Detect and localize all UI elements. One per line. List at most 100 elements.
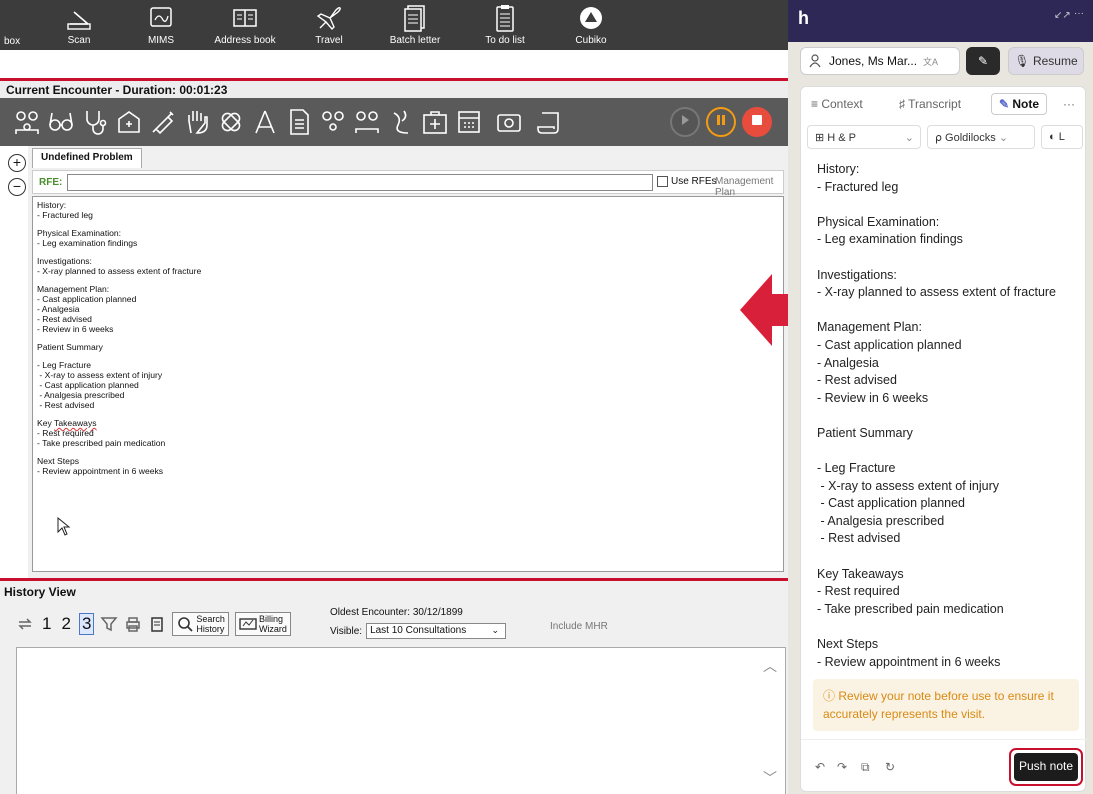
toolbar-partial-label[interactable]: box	[4, 36, 20, 47]
minimize-icon[interactable]: ↙↗	[1054, 10, 1071, 21]
note-line: - X-ray to assess extent of injury	[37, 370, 163, 380]
notes-icon[interactable]	[148, 615, 166, 633]
note-line: - Rest advised	[817, 531, 901, 546]
toolbar-address-book-button[interactable]: Address book	[202, 2, 288, 46]
note-line: History:	[37, 200, 67, 210]
note-line: Management Plan:	[37, 284, 110, 294]
top-toolbar: box Scan MIMS Address book Travel Batch …	[0, 0, 788, 50]
copy-icon[interactable]: ⧉	[861, 760, 870, 775]
filter-icon[interactable]	[100, 615, 119, 633]
scribe-header: h ↙↗ ···	[788, 0, 1093, 42]
push-note-button[interactable]: Push note	[1014, 753, 1078, 781]
note-line: - Rest required	[37, 428, 94, 438]
toolbar-mims-button[interactable]: MIMS	[118, 2, 204, 46]
toolbar-to-do-list-button[interactable]: To do list	[462, 2, 548, 46]
calculator-icon[interactable]	[454, 107, 484, 137]
page-2-button[interactable]: 2	[59, 614, 72, 634]
note-line: - Leg examination findings	[817, 232, 963, 247]
generated-note[interactable]: History: - Fractured leg Physical Examinat…	[817, 161, 1079, 671]
note-line: Management Plan:	[817, 320, 922, 335]
rfe-input[interactable]	[67, 174, 653, 191]
bandage-icon[interactable]	[216, 107, 246, 137]
first-aid-icon[interactable]	[420, 107, 450, 137]
magic-wand-button[interactable]: ✎	[966, 47, 1000, 75]
pen-icon: ✎	[999, 97, 1013, 111]
encounter-tools	[0, 98, 788, 146]
resume-label: Resume	[1032, 54, 1078, 68]
family-icon[interactable]	[318, 107, 348, 137]
collapse-icon[interactable]: −	[8, 178, 26, 196]
warning-icon: ⓘ	[823, 689, 839, 703]
scroll-down-icon[interactable]: ﹀	[763, 768, 777, 788]
document-icon[interactable]	[284, 107, 314, 137]
refresh-icon[interactable]	[16, 615, 34, 633]
note-line: History:	[817, 162, 860, 176]
expand-icon[interactable]: +	[8, 154, 26, 172]
visible-value: Last 10 Consultations	[370, 625, 467, 636]
contrast-icon: ◐	[1049, 131, 1059, 143]
undo-icon[interactable]: ↶	[815, 760, 825, 774]
compass-icon[interactable]	[250, 107, 280, 137]
billing-wizard-button[interactable]: Billing Wizard	[234, 612, 291, 636]
family-history-icon[interactable]	[12, 107, 42, 137]
play-button[interactable]	[670, 107, 700, 137]
template-select[interactable]: ⊞ H & P ⌄	[807, 125, 921, 149]
scroll-up-icon[interactable]: ︿	[763, 656, 777, 676]
scroll-icon[interactable]	[534, 107, 564, 137]
stop-icon	[751, 113, 763, 131]
note-line: Next Steps	[37, 456, 80, 466]
group-icon[interactable]	[352, 107, 382, 137]
print-icon[interactable]	[124, 615, 142, 633]
visible-select[interactable]: Last 10 Consultations ⌄	[366, 623, 507, 639]
pause-button[interactable]	[706, 107, 736, 137]
toolbar-scan-button[interactable]: Scan	[36, 2, 122, 46]
redo-icon[interactable]: ↷	[837, 760, 847, 774]
tab-transcript[interactable]: ♯ Transcript	[899, 97, 961, 111]
medical-kit-icon[interactable]	[114, 107, 144, 137]
tab-note[interactable]: ✎ Note	[991, 93, 1048, 115]
toolbar-cubiko-button[interactable]: Cubiko	[548, 2, 634, 46]
management-plan-button[interactable]: Management Plan	[715, 176, 783, 198]
translate-icon: 文A	[923, 56, 939, 67]
note-line: Patient Summary	[817, 425, 913, 440]
search-history-button[interactable]: Search History	[172, 612, 229, 636]
hand-icon[interactable]	[182, 107, 212, 137]
address-book-icon	[202, 2, 288, 34]
encounter-note-textarea[interactable]: History: - Fractured leg Physical Examinat…	[32, 196, 784, 572]
include-mhr[interactable]: Include MHR	[550, 621, 608, 632]
tabs-more-button[interactable]: ···	[1063, 97, 1075, 111]
encounter-title: Current Encounter - Duration: 00:01:23	[6, 83, 228, 97]
stop-button[interactable]	[742, 107, 772, 137]
syringe-icon[interactable]	[148, 107, 178, 137]
toolbar-label: Cubiko	[575, 35, 607, 46]
rfe-label: RFE:	[39, 177, 63, 188]
camera-icon[interactable]	[494, 107, 524, 137]
patient-name: Jones, Ms Mar...	[829, 54, 918, 68]
allergy-icon[interactable]	[386, 107, 416, 137]
search-history-label: Search History	[196, 614, 225, 634]
waveform-icon: ♯	[899, 97, 909, 111]
tab-context[interactable]: ≡ Context	[811, 97, 863, 111]
page-1-button[interactable]: 1	[40, 614, 53, 634]
note-line: Key Takeaways	[37, 418, 97, 428]
toolbar-travel-button[interactable]: Travel	[286, 2, 372, 46]
rfe-row: RFE: Use RFEs Management Plan	[32, 170, 784, 198]
tab-undefined-problem[interactable]: Undefined Problem	[32, 148, 142, 168]
use-rfes-checkbox[interactable]: Use RFEs	[657, 176, 717, 187]
patient-selector[interactable]: Jones, Ms Mar... 文A	[800, 47, 960, 75]
history-list[interactable]: ︿ ﹀	[16, 647, 786, 794]
encounter-note-text: History: - Fractured leg Physical Examinat…	[37, 200, 779, 476]
theme-select[interactable]: ◐ L	[1041, 125, 1083, 149]
stethoscope-icon[interactable]	[80, 107, 110, 137]
refresh-icon[interactable]: ↻	[885, 760, 895, 774]
page-3-button[interactable]: 3	[78, 613, 95, 635]
toolbar-batch-letter-button[interactable]: Batch letter	[372, 2, 458, 46]
glasses-icon[interactable]	[46, 107, 76, 137]
more-icon[interactable]: ···	[1074, 8, 1084, 19]
style-select[interactable]: ⍴ Goldilocks ⌄	[927, 125, 1035, 149]
resume-button[interactable]: 🎙︎ Resume	[1008, 47, 1084, 75]
